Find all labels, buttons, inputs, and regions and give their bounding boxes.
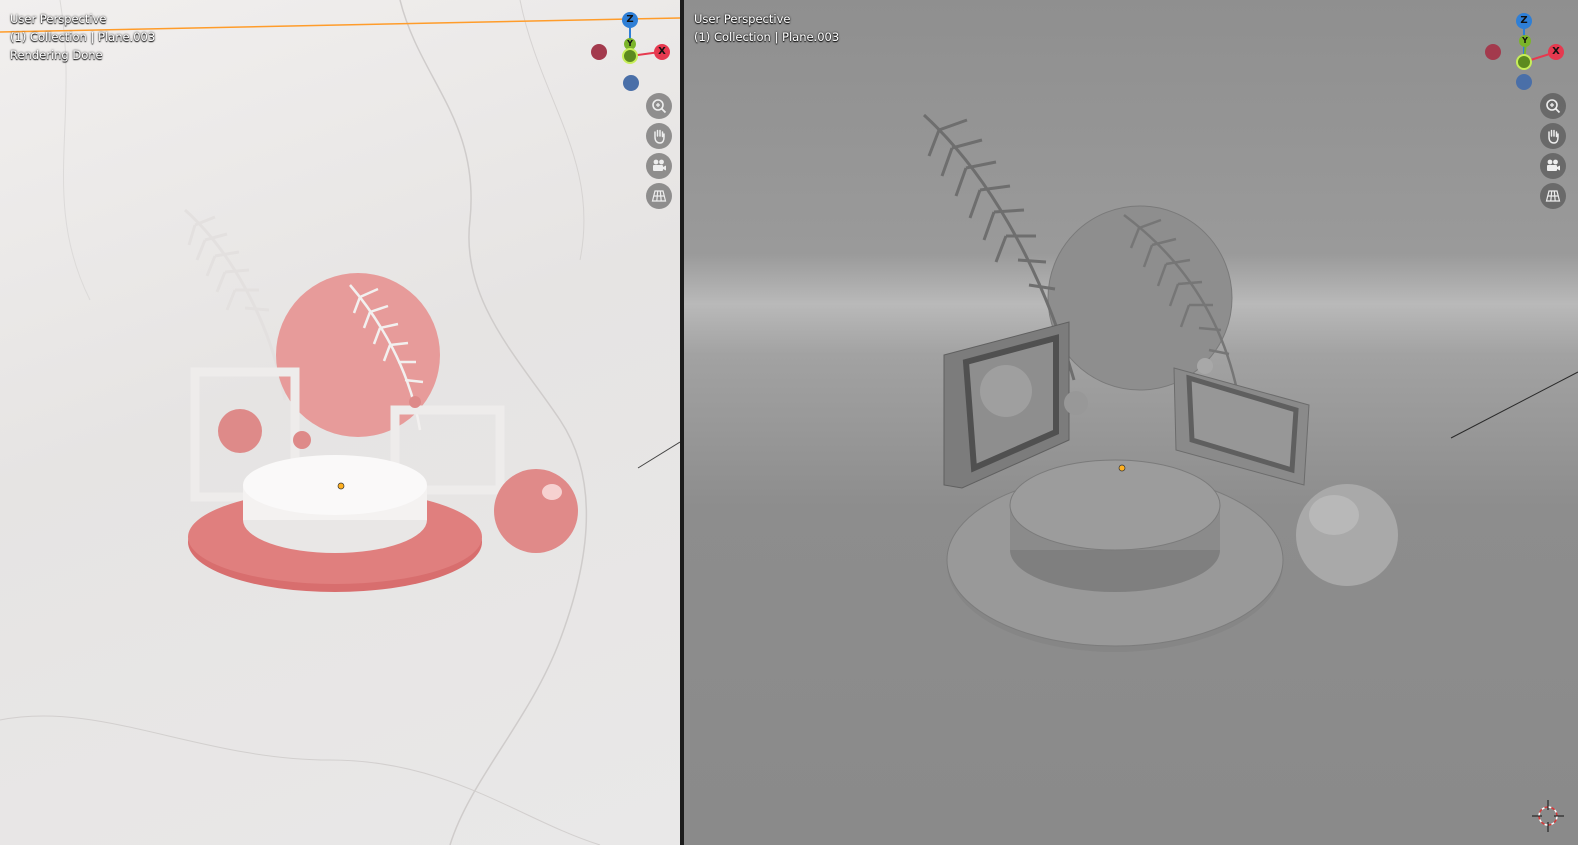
3d-cursor-icon[interactable] <box>1530 798 1566 834</box>
perspective-label: User Perspective <box>694 12 791 26</box>
rendered-scene <box>0 0 680 845</box>
hand-icon <box>654 129 665 144</box>
gizmo-neg-x-axis[interactable] <box>591 44 607 60</box>
camera-icon <box>1547 159 1560 171</box>
collection-label: (1) Collection | Plane.003 <box>694 30 840 44</box>
zoom-icon <box>652 99 667 114</box>
navigation-gizmo[interactable]: Z X Y <box>588 10 678 94</box>
viewport-info: User Perspective (1) Collection | Plane.… <box>10 10 155 64</box>
grid-icon <box>1545 190 1561 202</box>
camera-view-button[interactable] <box>646 153 672 179</box>
left-viewport[interactable]: User Perspective (1) Collection | Plane.… <box>0 0 680 845</box>
zoom-button[interactable] <box>646 93 672 119</box>
perspective-label: User Perspective <box>10 12 107 26</box>
perspective-toggle-button[interactable] <box>646 183 672 209</box>
gizmo-neg-y-axis[interactable] <box>622 48 638 64</box>
pan-button[interactable] <box>1540 123 1566 149</box>
zoom-button[interactable] <box>1540 93 1566 119</box>
gizmo-x-axis[interactable]: X <box>1548 44 1564 60</box>
gizmo-neg-z-axis[interactable] <box>623 75 639 91</box>
gizmo-z-axis[interactable]: Z <box>1516 13 1532 29</box>
hand-icon <box>1548 129 1559 144</box>
solid-scene <box>922 113 1578 652</box>
gizmo-neg-z-axis[interactable] <box>1516 74 1532 90</box>
gizmo-neg-x-axis[interactable] <box>1485 44 1501 60</box>
gizmo-z-axis[interactable]: Z <box>622 12 638 28</box>
navigation-gizmo[interactable]: Z X Y <box>1484 10 1578 94</box>
camera-icon <box>653 159 666 171</box>
right-viewport[interactable]: User Perspective (1) Collection | Plane.… <box>684 0 1578 845</box>
gizmo-y-axis[interactable]: Y <box>1519 35 1531 47</box>
camera-view-button[interactable] <box>1540 153 1566 179</box>
collection-label: (1) Collection | Plane.003 <box>10 30 156 44</box>
grid-icon <box>651 190 667 202</box>
gizmo-x-axis[interactable]: X <box>654 44 670 60</box>
perspective-toggle-button[interactable] <box>1540 183 1566 209</box>
pan-button[interactable] <box>646 123 672 149</box>
gizmo-neg-y-axis[interactable] <box>1516 54 1532 70</box>
viewport-info: User Perspective (1) Collection | Plane.… <box>694 10 839 46</box>
zoom-icon <box>1546 99 1561 114</box>
render-status-label: Rendering Done <box>10 48 103 62</box>
